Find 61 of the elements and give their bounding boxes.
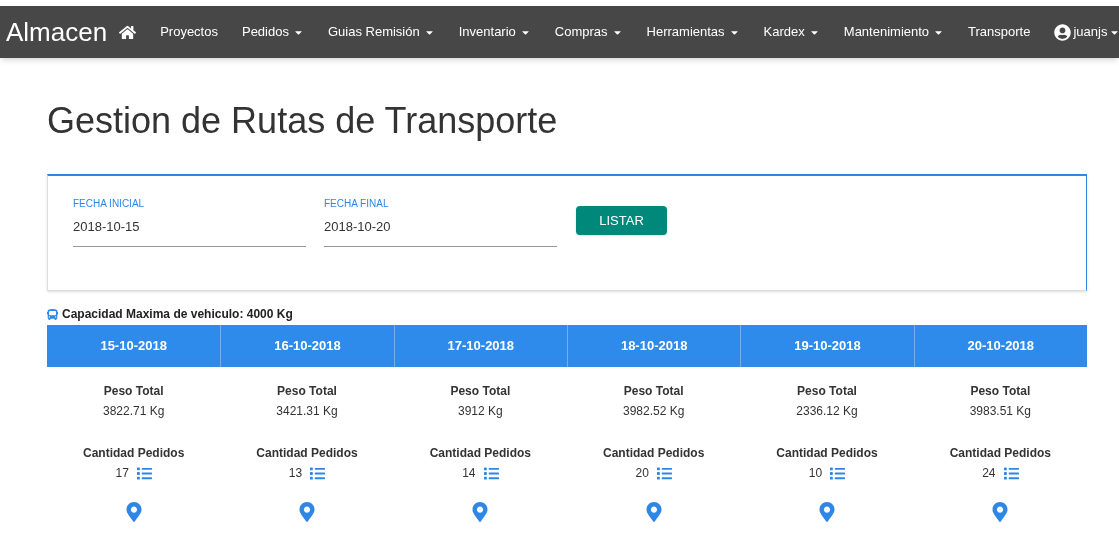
user-menu[interactable]: juanjs	[1042, 14, 1119, 50]
list-icon[interactable]	[310, 465, 326, 481]
weight-label: Peso Total	[623, 383, 684, 400]
date-input[interactable]: 2018-10-15	[73, 217, 306, 237]
nav-link[interactable]: Inventario	[446, 14, 543, 50]
orders-label: Cantidad Pedidos	[429, 445, 531, 462]
brand[interactable]: Almacen	[6, 12, 108, 52]
nav-link[interactable]: Herramientas	[634, 14, 752, 50]
orders-label: Cantidad Pedidos	[949, 445, 1051, 462]
list-icon[interactable]	[830, 465, 846, 481]
list-icon[interactable]	[1003, 465, 1019, 481]
orders-label: Cantidad Pedidos	[83, 445, 185, 462]
date-field[interactable]: FECHA INICIAL 2018-10-15	[73, 196, 306, 247]
bus-icon	[47, 308, 58, 320]
date-header: 20-10-2018	[913, 325, 1087, 367]
weight-value: 3421.31 Kg	[276, 403, 338, 420]
field-label: FECHA FINAL	[324, 197, 390, 211]
list-button[interactable]: LISTAR	[576, 206, 667, 235]
page-title: Gestion de Rutas de Transporte	[47, 99, 559, 143]
weight-value: 3822.71 Kg	[102, 403, 165, 420]
nav-link[interactable]: Pedidos	[229, 14, 316, 50]
home-icon	[119, 23, 137, 41]
orders-count: 10	[808, 465, 823, 482]
date-header: 19-10-2018	[740, 325, 914, 367]
orders-count: 17	[115, 465, 129, 482]
map-pin-icon[interactable]	[297, 502, 317, 522]
weight-value: 3983.51 Kg	[969, 403, 1031, 420]
nav-link[interactable]: Mantenimiento	[831, 14, 957, 50]
weight-label: Peso Total	[970, 383, 1031, 400]
weight-label: Peso Total	[450, 383, 511, 400]
weight-label: Peso Total	[277, 383, 337, 400]
orders-count: 20	[635, 465, 649, 482]
user-icon	[1054, 23, 1072, 41]
capacity-text: Capacidad Maxima de vehiculo: 4000 Kg	[62, 306, 293, 323]
list-icon[interactable]	[483, 465, 499, 481]
nav-link[interactable]: Kardex	[751, 14, 832, 50]
orders-label: Cantidad Pedidos	[776, 445, 878, 462]
list-icon[interactable]	[136, 465, 152, 481]
orders-count: 13	[288, 465, 303, 482]
date-header: 17-10-2018	[393, 325, 567, 367]
orders-label: Cantidad Pedidos	[256, 445, 358, 462]
weight-label: Peso Total	[103, 383, 164, 400]
date-input[interactable]: 2018-10-20	[324, 217, 557, 237]
orders-count: 24	[982, 465, 996, 482]
date-header: 16-10-2018	[220, 325, 394, 367]
map-pin-icon[interactable]	[817, 502, 837, 522]
orders-count: 14	[462, 465, 476, 482]
date-header: 15-10-2018	[47, 325, 221, 367]
date-header: 18-10-2018	[567, 325, 741, 367]
orders-label: Cantidad Pedidos	[603, 445, 705, 462]
list-icon[interactable]	[656, 465, 672, 481]
field-label: FECHA INICIAL	[73, 197, 146, 211]
weight-value: 3982.52 Kg	[622, 403, 685, 420]
weight-value: 3912 Kg	[457, 403, 503, 420]
nav-link[interactable]: Transporte	[956, 14, 1043, 50]
nav-link[interactable]: Guias Remisión	[315, 14, 447, 50]
nav-link[interactable]: Proyectos	[148, 14, 230, 50]
date-field[interactable]: FECHA FINAL 2018-10-20	[324, 196, 557, 247]
weight-value: 2336.12 Kg	[796, 403, 858, 420]
nav-link[interactable]: Compras	[542, 14, 635, 50]
weight-label: Peso Total	[797, 383, 857, 400]
